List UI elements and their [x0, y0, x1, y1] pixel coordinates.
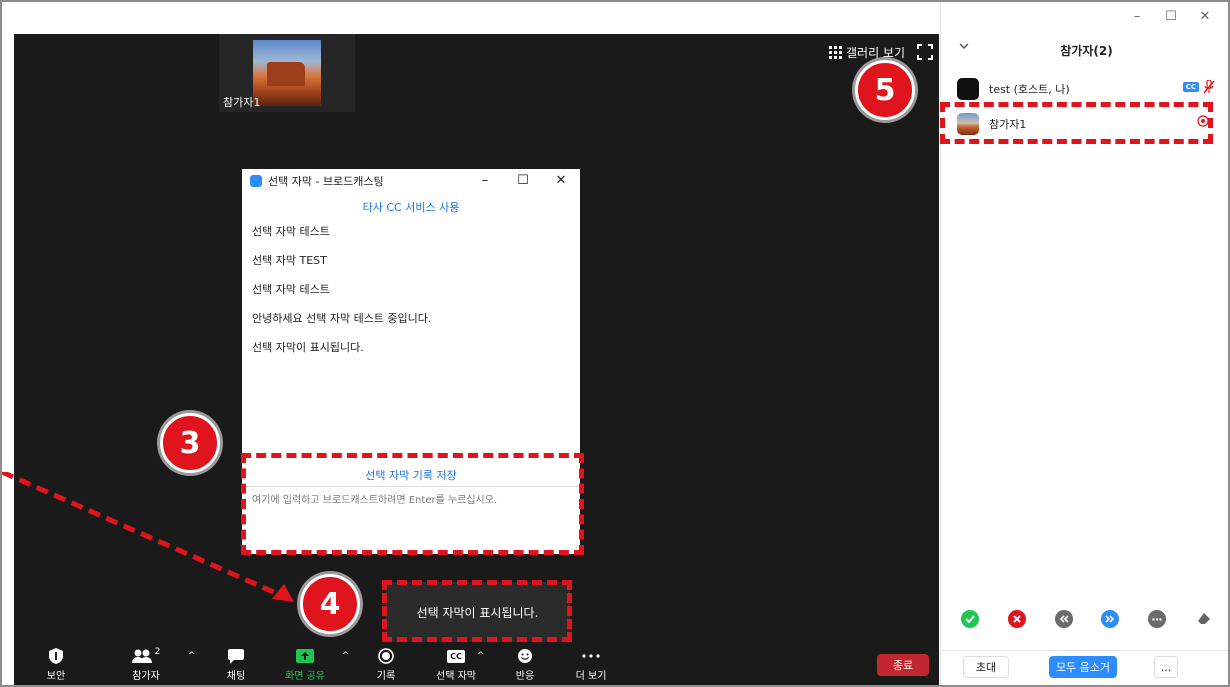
- participant-row[interactable]: test (호스트, 나) CC: [957, 76, 1219, 102]
- cc-icon: CC: [447, 649, 465, 663]
- app-window: 참가자1 갤러리 보기 선택 자막 - 브로드캐스팅 – ☐ ✕ 타사 CC 서…: [0, 0, 1230, 687]
- maximize-button[interactable]: ☐: [1154, 6, 1188, 28]
- end-meeting-button[interactable]: 종료: [877, 654, 929, 676]
- gallery-view-label: 갤러리 보기: [846, 45, 906, 60]
- caption-line: 선택 자막 테스트: [252, 225, 330, 238]
- chat-label: 채팅: [226, 671, 246, 682]
- record-button[interactable]: 기록: [351, 642, 421, 685]
- participant-video-image: [253, 40, 321, 106]
- step-badge-5: 5: [855, 60, 915, 120]
- chevron-up-icon[interactable]: ^: [342, 651, 350, 661]
- mute-all-button[interactable]: 모두 음소거: [1049, 656, 1117, 678]
- participant-name: test (호스트, 나): [989, 83, 1070, 96]
- closed-caption-label: 선택 자막: [436, 671, 476, 682]
- gallery-view-button[interactable]: 갤러리 보기: [823, 42, 911, 62]
- reactions-button[interactable]: 반응: [490, 642, 560, 685]
- no-icon[interactable]: [1007, 610, 1026, 628]
- yes-icon[interactable]: [961, 610, 979, 628]
- panel-footer: 초대 모두 음소거 ...: [941, 650, 1228, 685]
- annotation-arrow: [2, 472, 294, 602]
- security-button[interactable]: 보안: [21, 642, 91, 685]
- grid-icon: [829, 45, 842, 59]
- invite-button[interactable]: 초대: [963, 656, 1009, 678]
- emoji-icon: [518, 649, 532, 663]
- participants-button[interactable]: 2 참가자: [111, 642, 181, 685]
- chevron-down-icon[interactable]: [959, 42, 969, 50]
- closed-caption-button[interactable]: CC 선택 자막: [421, 642, 491, 685]
- panel-title: 참가자(2): [1060, 44, 1113, 58]
- chevron-up-icon[interactable]: ^: [477, 651, 485, 661]
- chevron-up-icon[interactable]: ^: [188, 651, 196, 661]
- people-icon: [131, 649, 152, 663]
- more-label: 더 보기: [575, 671, 607, 682]
- step-badge-3: 3: [160, 413, 220, 473]
- highlight-box-caption: [382, 580, 572, 642]
- share-screen-icon: [296, 649, 314, 663]
- go-slower-icon[interactable]: [1054, 610, 1073, 628]
- clear-reactions-icon[interactable]: [1195, 610, 1213, 628]
- avatar: [957, 78, 979, 100]
- participants-count: 2: [154, 647, 161, 657]
- chat-button[interactable]: 채팅: [201, 642, 271, 685]
- ellipsis-icon: [582, 654, 600, 658]
- share-screen-label: 화면 공유: [285, 671, 325, 682]
- go-faster-icon[interactable]: [1101, 610, 1120, 628]
- caption-line: 선택 자막 TEST: [252, 254, 327, 267]
- participants-label: 참가자: [132, 671, 160, 682]
- thumbnail-name: 참가자1: [223, 96, 261, 109]
- reactions-label: 반응: [515, 671, 535, 682]
- highlight-box-participant: [940, 102, 1213, 144]
- security-label: 보안: [46, 671, 66, 682]
- muted-mic-icon[interactable]: [1203, 80, 1215, 94]
- panel-more-button[interactable]: ...: [1154, 656, 1178, 678]
- shield-icon: [49, 648, 63, 664]
- fullscreen-icon[interactable]: [917, 44, 933, 60]
- nonverbal-feedback-bar: [961, 610, 1213, 628]
- minimize-button[interactable]: –: [466, 169, 504, 193]
- record-icon: [378, 648, 394, 664]
- participant-thumbnail[interactable]: 참가자1: [219, 34, 355, 112]
- close-button[interactable]: ✕: [542, 169, 580, 193]
- third-party-cc-link[interactable]: 타사 CC 서비스 사용: [242, 199, 580, 215]
- cc-window-title: 선택 자막 - 브로드캐스팅: [268, 175, 384, 188]
- caption-line: 안녕하세요 선택 자막 테스트 중입니다.: [252, 312, 432, 325]
- maximize-button[interactable]: ☐: [504, 169, 542, 193]
- zoom-app-icon: [250, 175, 262, 187]
- record-label: 기록: [376, 671, 396, 682]
- cc-badge: CC: [1182, 82, 1199, 92]
- step-badge-4: 4: [300, 574, 360, 634]
- caption-history: 선택 자막 테스트 선택 자막 TEST 선택 자막 테스트 안녕하세요 선택 …: [252, 223, 431, 368]
- meeting-toolbar: 보안 2 참가자 ^ 채팅 화면 공유 ^ 기록 CC 선택 자막 ^ 반응 더…: [14, 642, 939, 685]
- share-screen-button[interactable]: 화면 공유: [270, 642, 340, 685]
- more-button[interactable]: 더 보기: [556, 642, 626, 685]
- cc-window-titlebar[interactable]: 선택 자막 - 브로드캐스팅 – ☐ ✕: [242, 169, 580, 193]
- caption-line: 선택 자막이 표시됩니다.: [252, 341, 364, 354]
- minimize-button[interactable]: –: [1120, 6, 1154, 28]
- close-button[interactable]: ✕: [1188, 6, 1222, 28]
- more-reactions-icon[interactable]: [1148, 610, 1167, 628]
- caption-line: 선택 자막 테스트: [252, 283, 330, 296]
- chat-icon: [228, 648, 244, 664]
